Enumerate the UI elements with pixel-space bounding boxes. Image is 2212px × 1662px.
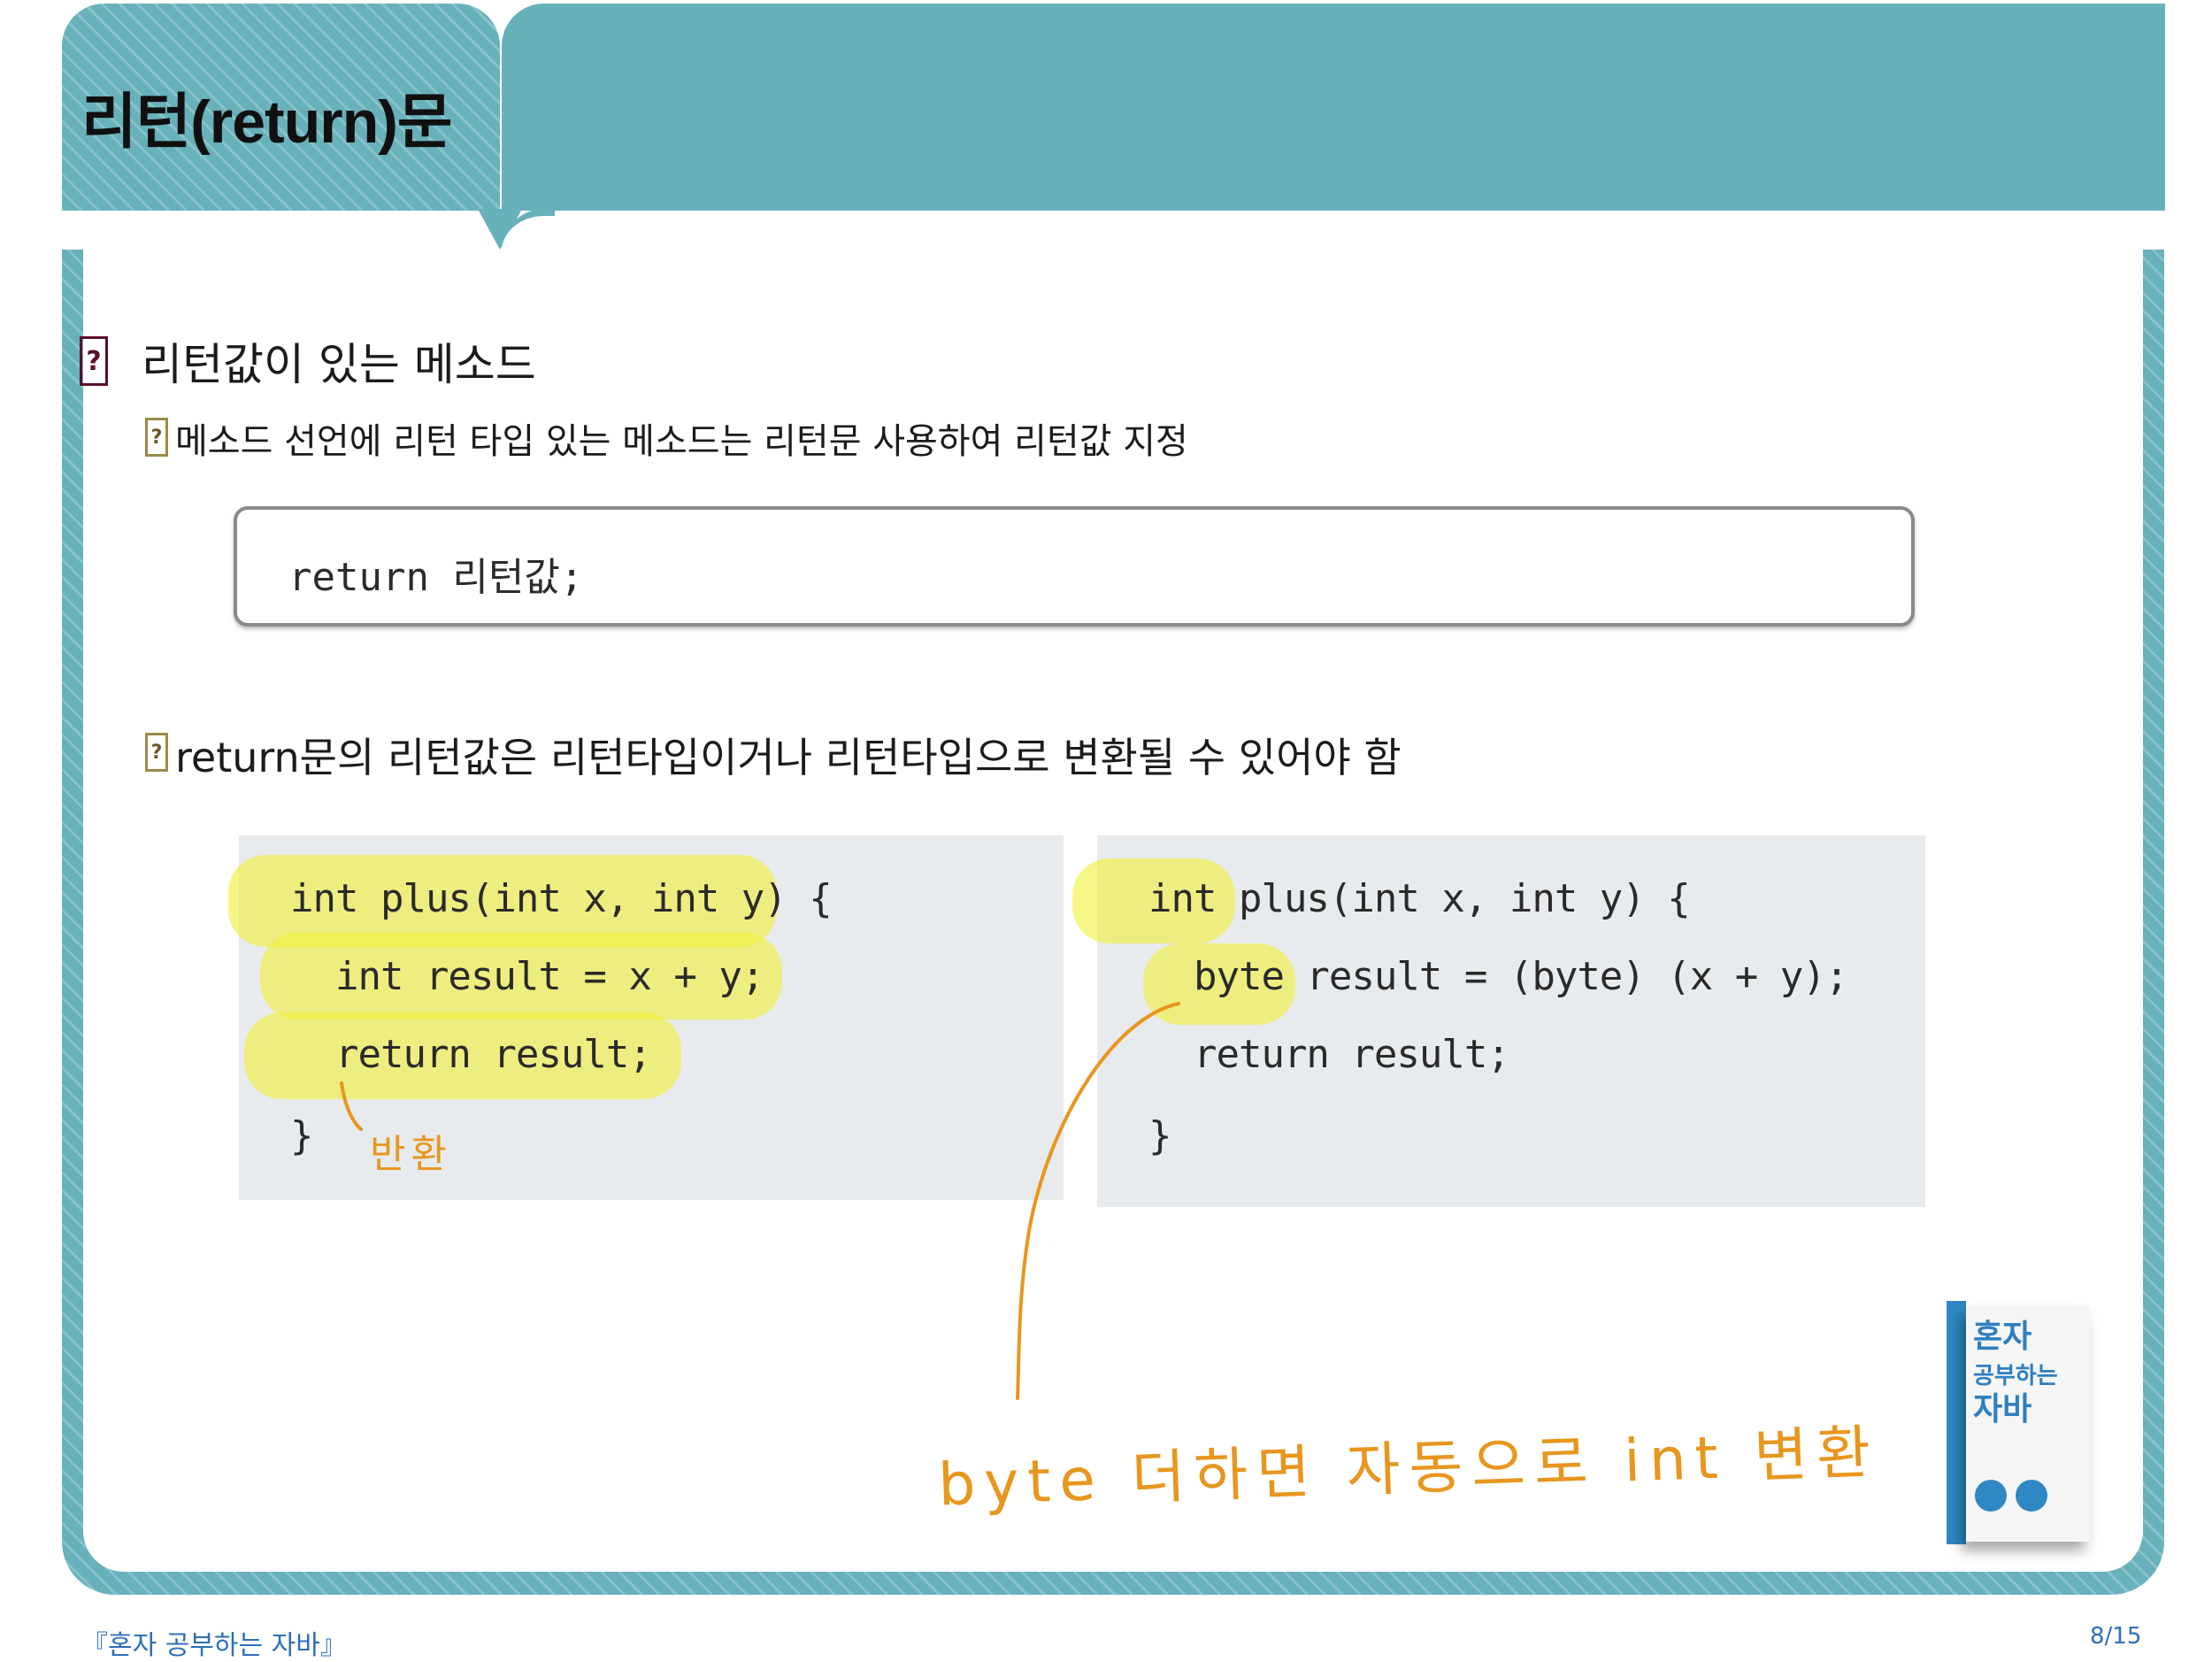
question-mark-icon: ? xyxy=(145,733,168,772)
code-line: byte result = (byte) (x + y); xyxy=(1148,954,1848,999)
syntax-box: return 리턴값; xyxy=(234,506,1915,627)
book-title: 혼자 xyxy=(1973,1319,2032,1355)
book-spine xyxy=(1947,1301,1966,1544)
section-heading: 리턴값이 있는 메소드 xyxy=(142,339,536,390)
book-title: 자바 xyxy=(1973,1391,2032,1427)
handwritten-note-return: 반환 xyxy=(370,1132,452,1177)
code-line: return result; xyxy=(290,1032,652,1077)
syntax-code: return 리턴값; xyxy=(288,555,584,600)
code-panel-left: int plus(int x, int y) { int result = x … xyxy=(228,835,1064,1200)
bullet-text: return문의 리턴값은 리턴타입이거나 리턴타입으로 변환될 수 있어야 함 xyxy=(175,734,1402,781)
code-line: } xyxy=(290,1113,313,1158)
book-badge xyxy=(1975,1480,2007,1512)
code-line: return result; xyxy=(1148,1032,1510,1077)
code-line: int result = x + y; xyxy=(290,954,764,999)
code-line: } xyxy=(1148,1113,1171,1158)
page-title: 리턴(return)문 xyxy=(81,88,452,156)
code-line: int plus(int x, int y) { xyxy=(290,876,833,921)
question-mark-icon: ? xyxy=(80,336,108,386)
code-line: int plus(int x, int y) { xyxy=(1148,876,1691,921)
page-number: 8/15 xyxy=(2090,1623,2142,1650)
book-cover: 혼자 공부하는 자바 xyxy=(1966,1306,2090,1542)
code-panel-right: int plus(int x, int y) { byte result = (… xyxy=(1072,835,1925,1207)
book-cover-image: 혼자 공부하는 자바 xyxy=(1947,1301,2090,1544)
book-badge xyxy=(2016,1480,2047,1512)
bullet-text: 메소드 선언에 리턴 타입 있는 메소드는 리턴문 사용하여 리턴값 지정 xyxy=(175,421,1188,462)
header-bar xyxy=(502,4,2165,211)
book-title: 공부하는 xyxy=(1973,1363,2058,1389)
footer-book-name: 『혼자 공부하는 자바』 xyxy=(81,1630,347,1661)
question-mark-icon: ? xyxy=(145,418,168,457)
